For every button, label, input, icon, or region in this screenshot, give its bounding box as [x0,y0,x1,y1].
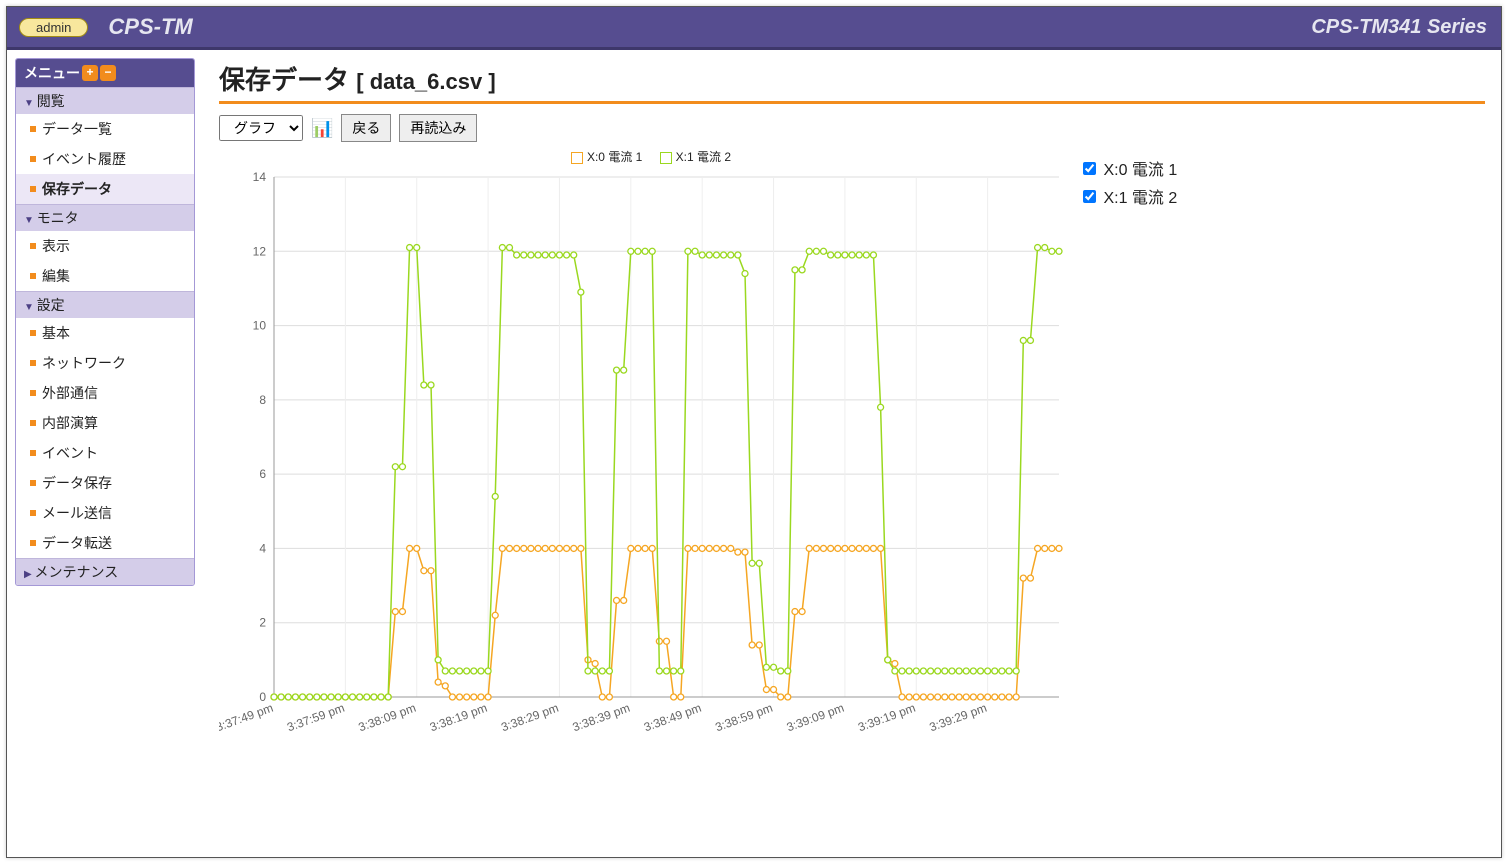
sidebar-item[interactable]: 基本 [16,318,194,348]
svg-text:3:38:09 pm: 3:38:09 pm [357,701,418,735]
svg-text:10: 10 [253,319,267,333]
back-button[interactable]: 戻る [341,114,391,142]
svg-text:3:37:59 pm: 3:37:59 pm [285,701,346,735]
sidebar-item[interactable]: メール送信 [16,498,194,528]
sidebar: メニュー + − 閲覧データ一覧イベント履歴保存データモニタ表示編集設定基本ネッ… [7,50,203,857]
menu-header: メニュー + − [16,59,194,87]
topbar: admin CPS-TM CPS-TM341 Series [7,7,1501,50]
svg-text:14: 14 [253,170,267,184]
sidebar-category[interactable]: メンテナンス [16,558,194,585]
svg-text:3:38:59 pm: 3:38:59 pm [713,701,774,735]
sidebar-item[interactable]: イベント履歴 [16,144,194,174]
reload-button[interactable]: 再読込み [399,114,477,142]
svg-text:3:39:29 pm: 3:39:29 pm [927,701,988,735]
svg-text:3:38:39 pm: 3:38:39 pm [571,701,632,735]
sidebar-item[interactable]: ネットワーク [16,348,194,378]
admin-button[interactable]: admin [19,18,88,37]
sidebar-item[interactable]: データ転送 [16,528,194,558]
sidebar-item[interactable]: 内部演算 [16,408,194,438]
svg-text:8: 8 [259,393,266,407]
main-content: 保存データ [ data_6.csv ] グラフ 📊 戻る 再読込み X:0 電… [203,50,1501,857]
series-toggle-panel: X:0 電流 1 X:1 電流 2 [1079,148,1177,212]
series-toggle-0[interactable]: X:0 電流 1 [1079,156,1177,180]
svg-text:3:39:19 pm: 3:39:19 pm [856,701,917,735]
svg-text:3:38:19 pm: 3:38:19 pm [428,701,489,735]
chart-legend-top: X:0 電流 1 X:1 電流 2 [219,148,1069,165]
page-file: [ data_6.csv ] [356,69,495,94]
sidebar-item[interactable]: イベント [16,438,194,468]
sidebar-item[interactable]: 外部通信 [16,378,194,408]
sidebar-item[interactable]: 保存データ [16,174,194,204]
page-title: 保存データ [ data_6.csv ] [219,60,1485,97]
menu-title: メニュー [24,63,80,83]
svg-text:6: 6 [259,467,266,481]
sidebar-item[interactable]: 編集 [16,261,194,291]
view-select[interactable]: グラフ [219,115,303,141]
svg-text:2: 2 [259,616,266,630]
svg-text:3:39:09 pm: 3:39:09 pm [785,701,846,735]
expand-all-button[interactable]: + [82,65,98,81]
chart-tool-icon[interactable]: 📊 [311,118,333,139]
svg-text:3:38:29 pm: 3:38:29 pm [499,701,560,735]
svg-text:3:37:49 pm: 3:37:49 pm [219,701,275,735]
sidebar-item[interactable]: 表示 [16,231,194,261]
sidebar-category[interactable]: 設定 [16,291,194,318]
svg-text:3:38:49 pm: 3:38:49 pm [642,701,703,735]
series-toggle-1[interactable]: X:1 電流 2 [1079,184,1177,208]
product-series: CPS-TM341 Series [1311,16,1487,39]
svg-text:4: 4 [259,541,266,555]
sidebar-item[interactable]: データ保存 [16,468,194,498]
brand-logo: CPS-TM [108,14,192,40]
collapse-all-button[interactable]: − [100,65,116,81]
divider [219,101,1485,104]
sidebar-category[interactable]: モニタ [16,204,194,231]
sidebar-category[interactable]: 閲覧 [16,87,194,114]
line-chart: 024681012143:37:49 pm3:37:59 pm3:38:09 p… [219,167,1069,767]
toolbar: グラフ 📊 戻る 再読込み [219,114,1485,142]
sidebar-item[interactable]: データ一覧 [16,114,194,144]
svg-text:12: 12 [253,244,267,258]
